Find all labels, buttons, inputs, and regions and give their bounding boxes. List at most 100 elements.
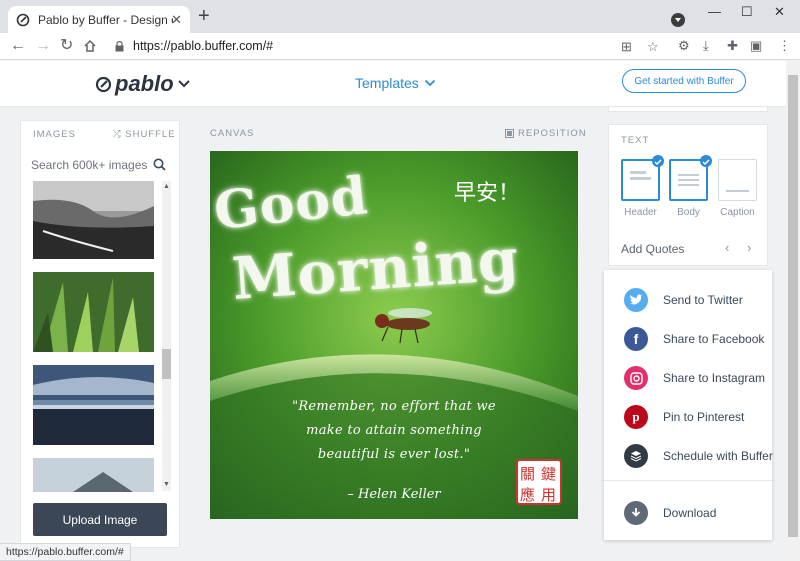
minimize-icon[interactable]: — bbox=[708, 4, 721, 19]
window-close-icon[interactable]: ✕ bbox=[774, 4, 785, 20]
media-control-icon[interactable] bbox=[671, 13, 685, 27]
puzzle-icon[interactable]: ✚ bbox=[727, 38, 738, 54]
images-panel-title: IMAGES bbox=[33, 129, 76, 140]
page-scrollbar[interactable] bbox=[786, 61, 800, 561]
facebook-label: Share to Facebook bbox=[663, 332, 765, 346]
image-thumbnail[interactable] bbox=[33, 458, 154, 492]
search-icon[interactable] bbox=[153, 158, 166, 171]
buffer-label: Schedule with Buffer bbox=[663, 449, 773, 463]
tab-close-icon[interactable]: ✕ bbox=[171, 12, 182, 28]
image-search-input[interactable] bbox=[31, 155, 151, 175]
scroll-up-icon[interactable]: ▲ bbox=[163, 183, 170, 190]
download-label: Download bbox=[663, 506, 717, 520]
share-menu: Send to Twitter f Share to Facebook Shar… bbox=[604, 270, 773, 540]
check-icon bbox=[652, 155, 664, 167]
share-to-instagram-button[interactable]: Share to Instagram bbox=[624, 366, 765, 390]
images-scrollbar-thumb[interactable] bbox=[162, 349, 171, 379]
tab-title: Pablo by Buffer - Design engag bbox=[38, 12, 173, 27]
new-tab-icon[interactable]: + bbox=[198, 6, 210, 26]
chevron-down-icon bbox=[424, 79, 435, 87]
quote-line[interactable]: make to attain something bbox=[210, 423, 578, 438]
reposition-icon bbox=[505, 129, 514, 138]
twitter-label: Send to Twitter bbox=[663, 293, 743, 307]
send-to-twitter-button[interactable]: Send to Twitter bbox=[624, 288, 743, 312]
logo-text: pablo bbox=[115, 71, 174, 96]
extension-icon[interactable]: ⚙ bbox=[678, 38, 690, 54]
quote-line[interactable]: "Remember, no effort that we bbox=[210, 399, 578, 414]
address-bar[interactable]: https://pablo.buffer.com/# ⊞ ☆ bbox=[105, 35, 667, 58]
text-panel-title: TEXT bbox=[621, 135, 650, 146]
canvas-label: CANVAS bbox=[210, 128, 255, 139]
download-icon[interactable]: ⤓ bbox=[703, 38, 709, 54]
image-thumbnail[interactable] bbox=[33, 365, 154, 445]
check-icon bbox=[700, 155, 712, 167]
pinterest-label: Pin to Pinterest bbox=[663, 410, 745, 424]
reposition-button[interactable]: REPOSITION bbox=[505, 128, 587, 139]
caption-style-toggle[interactable] bbox=[718, 159, 757, 201]
seal-stamp: 關 鍵 應 用 bbox=[516, 459, 562, 505]
seal-char: 關 bbox=[520, 465, 536, 483]
back-icon[interactable]: ← bbox=[10, 36, 26, 56]
seal-char: 鍵 bbox=[541, 465, 557, 483]
avatar[interactable]: ▣ bbox=[750, 38, 762, 54]
pablo-favicon-icon bbox=[16, 13, 30, 26]
instagram-icon bbox=[624, 366, 648, 390]
settings-card bbox=[608, 107, 768, 112]
download-button[interactable]: Download bbox=[624, 501, 716, 525]
pablo-logo[interactable]: pablo bbox=[95, 71, 191, 97]
share-divider bbox=[604, 480, 772, 481]
caption-style-icon bbox=[726, 190, 749, 192]
templates-label: Templates bbox=[355, 75, 419, 91]
maximize-icon[interactable]: ☐ bbox=[741, 4, 753, 20]
lock-icon bbox=[115, 41, 124, 52]
images-panel: IMAGES ⤮ SHUFFLE Search 600k+ images ▲ ▼… bbox=[20, 120, 180, 548]
status-bar-url: https://pablo.buffer.com/# bbox=[0, 543, 131, 561]
menu-icon[interactable]: ⋮ bbox=[778, 38, 791, 54]
page-scrollbar-thumb[interactable] bbox=[788, 75, 798, 537]
images-scrollbar[interactable]: ▲ ▼ bbox=[162, 181, 171, 491]
greeting-text[interactable]: 早安！ bbox=[454, 175, 520, 207]
twitter-icon bbox=[624, 288, 648, 312]
share-to-facebook-button[interactable]: f Share to Facebook bbox=[624, 327, 764, 351]
image-thumbnail[interactable] bbox=[33, 181, 154, 259]
image-thumbnail[interactable] bbox=[33, 272, 154, 352]
add-quotes-label[interactable]: Add Quotes bbox=[621, 242, 684, 256]
instagram-label: Share to Instagram bbox=[663, 371, 766, 385]
shuffle-label: SHUFFLE bbox=[125, 129, 176, 140]
upload-image-button[interactable]: Upload Image bbox=[33, 503, 167, 536]
quote-prev-icon[interactable]: ‹ bbox=[725, 240, 729, 255]
schedule-with-buffer-button[interactable]: Schedule with Buffer bbox=[624, 444, 773, 468]
reload-icon[interactable]: ↻ bbox=[60, 36, 73, 56]
download-icon bbox=[624, 501, 648, 525]
forward-icon[interactable]: → bbox=[35, 36, 51, 56]
bookmark-star-icon[interactable]: ☆ bbox=[647, 39, 659, 55]
design-canvas[interactable]: 早安！ Good Morning "Remember, no effort th… bbox=[210, 151, 578, 519]
body-style-label: Body bbox=[677, 207, 700, 218]
body-style-toggle[interactable] bbox=[669, 155, 712, 201]
pin-to-pinterest-button[interactable]: p Pin to Pinterest bbox=[624, 405, 744, 429]
quote-next-icon[interactable]: › bbox=[747, 240, 751, 255]
home-icon[interactable] bbox=[83, 39, 97, 53]
browser-tab[interactable]: Pablo by Buffer - Design engag ✕ bbox=[8, 6, 190, 33]
translate-icon[interactable]: ⊞ bbox=[621, 39, 632, 55]
text-panel: TEXT Header Body Caption Add Quotes ‹ › bbox=[608, 124, 768, 266]
reposition-label: REPOSITION bbox=[518, 128, 587, 139]
caption-style-label: Caption bbox=[720, 207, 755, 218]
app-header: pablo Templates Get started with Buffer bbox=[0, 61, 800, 107]
header-style-toggle[interactable] bbox=[621, 155, 664, 201]
url-text: https://pablo.buffer.com/# bbox=[133, 39, 274, 53]
shuffle-button[interactable]: ⤮ SHUFFLE bbox=[113, 129, 176, 140]
browser-tabstrip: Pablo by Buffer - Design engag ✕ + — ☐ ✕ bbox=[0, 0, 800, 33]
browser-toolbar: ← → ↻ https://pablo.buffer.com/# ⊞ ☆ ⚙ ⤓… bbox=[0, 33, 800, 60]
pablo-logo-icon bbox=[95, 76, 112, 92]
header-style-label: Header bbox=[624, 207, 657, 218]
scroll-down-icon[interactable]: ▼ bbox=[163, 481, 170, 488]
templates-dropdown[interactable]: Templates bbox=[355, 75, 436, 91]
buffer-icon bbox=[624, 444, 648, 468]
pinterest-icon: p bbox=[624, 405, 648, 429]
get-started-button[interactable]: Get started with Buffer bbox=[622, 69, 746, 93]
facebook-icon: f bbox=[624, 327, 648, 351]
seal-char: 應 bbox=[520, 486, 536, 504]
seal-char: 用 bbox=[541, 486, 557, 504]
chevron-down-icon bbox=[177, 80, 190, 88]
